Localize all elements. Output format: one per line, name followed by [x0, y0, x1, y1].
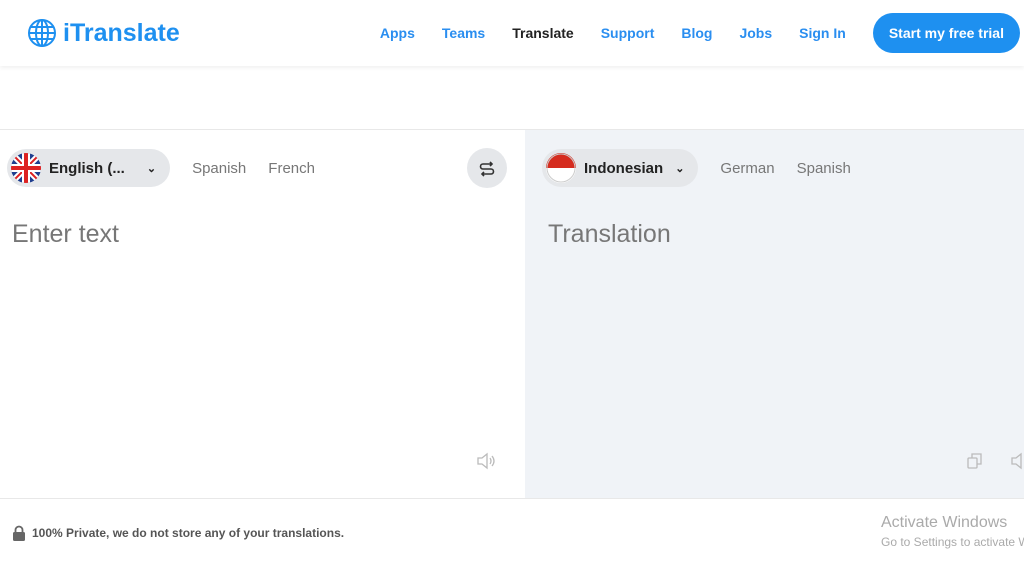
target-panel: Indonesian ⌄ German Spanish Translation [525, 130, 1024, 498]
logo-text: iTranslate [63, 18, 180, 47]
copy-icon[interactable] [966, 452, 984, 470]
chevron-down-icon: ⌄ [675, 162, 685, 175]
chevron-down-icon: ⌄ [146, 162, 157, 175]
target-option-spanish[interactable]: Spanish [797, 160, 851, 177]
header: iTranslate Apps Teams Translate Support … [0, 0, 1024, 66]
speaker-icon[interactable] [1010, 452, 1024, 470]
start-free-trial-button[interactable]: Start my free trial [872, 13, 1020, 53]
target-language-select[interactable]: Indonesian ⌄ [542, 149, 699, 187]
privacy-text: 100% Private, we do not store any of you… [32, 526, 345, 540]
watermark-subtitle: Go to Settings to activate Windows. [881, 535, 1024, 549]
windows-activation-watermark: Activate Windows Go to Settings to activ… [881, 514, 1024, 549]
uk-flag-icon [11, 153, 41, 183]
nav-teams[interactable]: Teams [442, 25, 485, 41]
watermark-title: Activate Windows [881, 514, 1008, 531]
source-panel: English (... ⌄ Spanish French Enter text [0, 130, 525, 498]
logo[interactable]: iTranslate [27, 18, 180, 48]
nav-support[interactable]: Support [601, 25, 655, 41]
source-language-select[interactable]: English (... ⌄ [7, 149, 171, 187]
indonesia-flag-icon [546, 153, 576, 183]
source-text-input[interactable]: Enter text [0, 206, 525, 263]
swap-icon [479, 161, 495, 177]
source-language-label: English (... [49, 159, 125, 177]
translator: English (... ⌄ Spanish French Enter text… [0, 129, 1024, 499]
target-option-german[interactable]: German [720, 160, 774, 177]
globe-icon [28, 19, 56, 47]
target-language-label: Indonesian [584, 159, 664, 177]
source-option-spanish[interactable]: Spanish [192, 160, 246, 177]
privacy-notice: 100% Private, we do not store any of you… [12, 525, 344, 541]
lock-icon [13, 525, 25, 541]
source-option-french[interactable]: French [268, 160, 315, 177]
nav-translate[interactable]: Translate [512, 25, 573, 41]
nav-sign-in[interactable]: Sign In [799, 25, 846, 41]
speaker-icon[interactable] [476, 452, 496, 470]
nav-blog[interactable]: Blog [681, 25, 712, 41]
nav-jobs[interactable]: Jobs [739, 25, 772, 41]
swap-languages-button[interactable] [467, 148, 507, 188]
nav-apps[interactable]: Apps [380, 25, 415, 41]
main-nav: Apps Teams Translate Support Blog Jobs S… [353, 13, 1020, 53]
translation-output: Translation [548, 220, 671, 248]
